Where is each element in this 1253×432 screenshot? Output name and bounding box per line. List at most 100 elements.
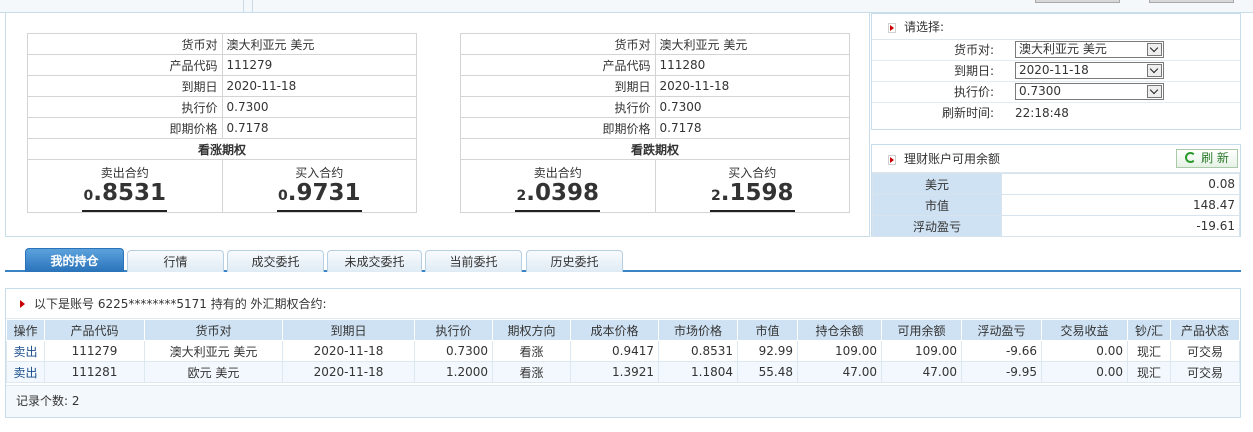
- quote-area: 货币对 澳大利亚元 美元 产品代码 111279 到期日 2020-11-18 执行价…: [5, 13, 870, 237]
- column-header: 交易收益: [1041, 319, 1128, 341]
- tab-unfilled-orders[interactable]: 未成交委托: [327, 250, 422, 272]
- record-count-value: 2: [71, 394, 80, 408]
- buy-contract[interactable]: 买入合约 2.1598: [654, 159, 850, 213]
- balance-title: 理财账户可用余额: [904, 152, 1001, 166]
- table-cell: 澳大利亚元 美元: [144, 340, 283, 362]
- table-cell: -9.66: [961, 340, 1042, 362]
- pair-row: 货币对: 澳大利亚元 美元: [872, 40, 1240, 61]
- arrow-icon: [888, 154, 896, 165]
- table-cell: 0.7300: [414, 340, 493, 362]
- column-header: 钞/汇: [1127, 319, 1171, 341]
- field-label: 产品代码: [460, 54, 656, 76]
- column-header: 产品代码: [44, 319, 145, 341]
- sell-label: 卖出合约: [100, 166, 149, 180]
- selector-panel: 请选择: 货币对: 澳大利亚元 美元 到期日: 2020-11-18 执行价: …: [871, 13, 1241, 130]
- arrow-icon: [888, 22, 896, 33]
- top-button[interactable]: [1149, 0, 1234, 3]
- table-cell: 111279: [44, 340, 145, 362]
- table-cell: 55.48: [737, 361, 798, 383]
- field-label: 即期价格: [27, 117, 223, 139]
- balance-value: 148.47: [1001, 194, 1240, 216]
- table-cell: 看涨: [492, 340, 571, 362]
- column-header: 持仓余额: [797, 319, 882, 341]
- table-row: 卖出 111279 澳大利亚元 美元 2020-11-18 0.7300 看涨 …: [6, 340, 1240, 362]
- pair-label: 货币对:: [953, 43, 994, 57]
- sell-link[interactable]: 卖出: [6, 361, 45, 383]
- expiry-select[interactable]: 2020-11-18: [1015, 62, 1164, 79]
- tab-filled-orders[interactable]: 成交委托: [227, 250, 324, 272]
- balance-value: -19.61: [1001, 215, 1240, 237]
- expiry-row: 到期日: 2020-11-18: [872, 61, 1240, 82]
- top-button[interactable]: [1035, 0, 1120, 3]
- buy-price[interactable]: 2.1598: [709, 180, 795, 212]
- sell-contract[interactable]: 卖出合约 2.0398: [460, 159, 656, 213]
- top-bar-divider: [243, 0, 244, 12]
- table-cell: 现汇: [1127, 361, 1171, 383]
- sell-contract[interactable]: 卖出合约 0.8531: [27, 159, 223, 213]
- field-value: 澳大利亚元 美元: [221, 33, 417, 55]
- sell-link-text[interactable]: 卖出: [13, 345, 37, 359]
- option-type-title: 看涨期权: [27, 138, 417, 160]
- table-cell: 111281: [44, 361, 145, 383]
- chevron-down-icon[interactable]: [1147, 85, 1162, 98]
- field-label: 执行价: [460, 96, 656, 118]
- buy-price[interactable]: 0.9731: [276, 180, 362, 212]
- strike-row: 执行价: 0.7300: [872, 82, 1240, 103]
- field-value: 111279: [221, 54, 417, 76]
- holdings-table: 操作 产品代码 货币对 到期日 执行价 期权方向 成本价格 市场价格 市值 持仓…: [6, 319, 1240, 383]
- table-cell: -9.95: [961, 361, 1042, 383]
- field-label: 产品代码: [27, 54, 223, 76]
- balance-label: 市值: [872, 194, 1002, 216]
- holdings-caption: 以下是账号 6225********5171 持有的 外汇期权合约:: [34, 297, 327, 311]
- table-cell: 0.00: [1041, 340, 1128, 362]
- table-cell: 0.9417: [570, 340, 659, 362]
- field-value: 澳大利亚元 美元: [654, 33, 850, 55]
- tab-history-orders[interactable]: 历史委托: [526, 250, 623, 272]
- put-option-quote: 货币对 澳大利亚元 美元 产品代码 111280 到期日 2020-11-18 执行价…: [460, 33, 850, 213]
- table-cell: 47.00: [797, 361, 882, 383]
- refresh-button-label: 刷 新: [1201, 151, 1229, 165]
- column-header: 货币对: [144, 319, 283, 341]
- refresh-icon: [1185, 152, 1197, 163]
- field-value: 111280: [654, 54, 850, 76]
- column-header: 浮动盈亏: [961, 319, 1042, 341]
- sell-price[interactable]: 2.0398: [515, 180, 600, 212]
- record-count-row: 记录个数: 2: [6, 385, 1240, 417]
- refresh-button[interactable]: 刷 新: [1176, 149, 1238, 168]
- table-cell: 1.3921: [570, 361, 659, 383]
- field-value: 0.7300: [654, 96, 850, 118]
- table-cell: 0.8531: [658, 340, 738, 362]
- balance-panel: 理财账户可用余额 刷 新 美元 0.08 市值 148.47 浮动盈亏 -19.61: [871, 144, 1241, 237]
- field-label: 货币对: [460, 33, 656, 55]
- table-cell: 现汇: [1127, 340, 1171, 362]
- sell-price-int: 2: [516, 188, 527, 204]
- chevron-down-icon[interactable]: [1147, 43, 1162, 56]
- table-cell: 109.00: [881, 340, 962, 362]
- buy-price-dec: .9731: [287, 180, 361, 206]
- buy-price-int: 0: [277, 188, 288, 204]
- top-bar-divider: [252, 0, 253, 12]
- sell-price[interactable]: 0.8531: [82, 180, 167, 212]
- tab-current-orders[interactable]: 当前委托: [425, 250, 522, 272]
- sell-link[interactable]: 卖出: [6, 340, 45, 362]
- column-header: 期权方向: [492, 319, 571, 341]
- field-label: 即期价格: [460, 117, 656, 139]
- table-cell: 1.2000: [414, 361, 493, 383]
- field-value: 0.7178: [221, 117, 417, 139]
- sell-link-text[interactable]: 卖出: [13, 366, 37, 380]
- tab-market[interactable]: 行情: [127, 250, 224, 272]
- tab-holdings[interactable]: 我的持仓: [25, 248, 124, 272]
- buy-contract[interactable]: 买入合约 0.9731: [221, 159, 417, 213]
- table-cell: 92.99: [737, 340, 798, 362]
- strike-label: 执行价:: [953, 85, 994, 99]
- chevron-down-icon[interactable]: [1147, 64, 1162, 77]
- pair-select[interactable]: 澳大利亚元 美元: [1015, 41, 1164, 58]
- field-value: 2020-11-18: [654, 75, 850, 97]
- table-cell: 2020-11-18: [282, 361, 415, 383]
- field-label: 执行价: [27, 96, 223, 118]
- strike-select[interactable]: 0.7300: [1015, 83, 1164, 100]
- buy-price-int: 2: [710, 188, 721, 204]
- sell-price-dec: .8531: [93, 180, 166, 206]
- field-value: 2020-11-18: [221, 75, 417, 97]
- top-bar: [0, 0, 1253, 13]
